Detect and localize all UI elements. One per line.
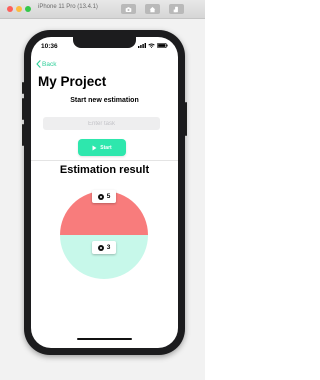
result-heading: Estimation result: [59, 164, 150, 176]
screenshot-button[interactable]: [121, 4, 136, 14]
zoom-window-button[interactable]: [25, 6, 31, 12]
camera-icon: [125, 6, 132, 12]
status-time: 10:36: [41, 43, 58, 50]
rotate-button[interactable]: [169, 4, 184, 14]
notch: [73, 37, 136, 48]
phone-screen: 10:36 Back My Project Start new estimati…: [31, 37, 178, 348]
dot-icon: [97, 244, 104, 251]
estimation-result-chart: [60, 191, 148, 279]
page-title: My Project: [38, 74, 107, 89]
top-score-card: 5: [92, 190, 116, 203]
side-button: [185, 102, 187, 136]
start-button[interactable]: Start: [78, 139, 126, 156]
close-window-button[interactable]: [7, 6, 13, 12]
minimize-window-button[interactable]: [16, 6, 22, 12]
chevron-left-icon: [36, 60, 41, 68]
divider: [31, 160, 178, 161]
status-icons: [138, 43, 168, 48]
dot-icon: [97, 193, 104, 200]
play-icon: [92, 145, 97, 150]
start-estimation-heading: Start new estimation: [70, 97, 139, 104]
top-score-value: 5: [106, 193, 111, 200]
simulator-title: iPhone 11 Pro (13.4.1): [38, 4, 98, 10]
simulator-title-bar: iPhone 11 Pro (13.4.1): [0, 0, 205, 19]
start-button-label: Start: [100, 144, 112, 151]
home-indicator: [77, 338, 132, 340]
bottom-score-value: 3: [106, 244, 111, 251]
bottom-score-card: 3: [92, 241, 116, 254]
home-button[interactable]: [145, 4, 160, 14]
signal-icon: [138, 43, 146, 48]
simulator-window: iPhone 11 Pro (13.4.1) 10:36 Back My Pro…: [0, 0, 205, 380]
wifi-icon: [148, 43, 155, 48]
battery-icon: [157, 43, 168, 48]
task-input[interactable]: [43, 117, 160, 130]
rotate-icon: [173, 6, 178, 12]
back-button[interactable]: Back: [36, 60, 56, 68]
home-icon: [149, 6, 156, 12]
back-label: Back: [42, 60, 57, 68]
